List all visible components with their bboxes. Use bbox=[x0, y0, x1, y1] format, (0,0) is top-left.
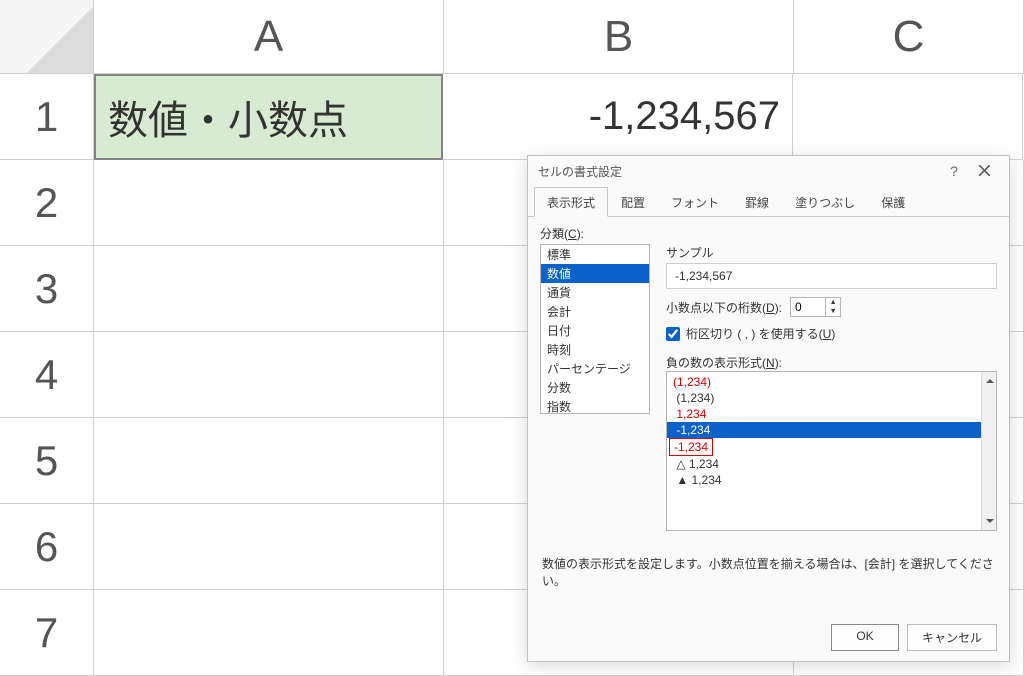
category-item-percentage[interactable]: パーセンテージ bbox=[541, 359, 649, 378]
thousand-separator-row[interactable]: 桁区切り ( , ) を使用する(U) bbox=[666, 325, 997, 342]
decimal-places-label: 小数点以下の桁数(D): bbox=[666, 299, 782, 316]
cell-a6[interactable] bbox=[94, 504, 444, 590]
sample-value: -1,234,567 bbox=[666, 263, 997, 289]
negative-format-item[interactable]: △ 1,234 bbox=[667, 456, 996, 472]
negative-format-item[interactable]: 1,234 bbox=[667, 406, 996, 422]
negative-format-list[interactable]: (1,234) (1,234) 1,234 -1,234 -1,234 △ 1,… bbox=[666, 371, 997, 531]
row-header-2[interactable]: 2 bbox=[0, 160, 94, 246]
tab-font[interactable]: フォント bbox=[658, 187, 732, 217]
negative-list-scrollbar[interactable] bbox=[981, 372, 996, 530]
format-hint: 数値の表示形式を設定します。小数点位置を揃える場合は、[会計] を選択してくださ… bbox=[540, 555, 997, 589]
row-header-4[interactable]: 4 bbox=[0, 332, 94, 418]
negative-format-item[interactable]: -1,234 bbox=[669, 438, 713, 456]
format-cells-dialog: セルの書式設定 ? 表示形式 配置 フォント 罫線 塗りつぶし 保護 分類(C)… bbox=[527, 155, 1010, 662]
tab-number-format[interactable]: 表示形式 bbox=[534, 187, 608, 217]
category-list[interactable]: 標準 数値 通貨 会計 日付 時刻 パーセンテージ 分数 指数 文字列 その他 … bbox=[540, 244, 650, 414]
decimal-places-spinner[interactable]: ▲ ▼ bbox=[790, 297, 841, 317]
row-header-3[interactable]: 3 bbox=[0, 246, 94, 332]
cell-a1[interactable]: 数値・小数点 bbox=[94, 74, 443, 160]
spin-down-icon[interactable]: ▼ bbox=[826, 307, 840, 316]
cell-b1[interactable]: -1,234,567 bbox=[443, 74, 793, 160]
negative-format-item[interactable]: -1,234 bbox=[667, 422, 996, 438]
help-button[interactable]: ? bbox=[939, 163, 969, 179]
col-header-a[interactable]: A bbox=[94, 0, 444, 74]
cell-a3[interactable] bbox=[94, 246, 444, 332]
category-item-number[interactable]: 数値 bbox=[541, 264, 649, 283]
select-all-corner[interactable] bbox=[0, 0, 94, 74]
col-header-c[interactable]: C bbox=[794, 0, 1024, 74]
negative-format-label: 負の数の表示形式(N): bbox=[666, 354, 997, 371]
category-item-time[interactable]: 時刻 bbox=[541, 340, 649, 359]
cell-a2[interactable] bbox=[94, 160, 444, 246]
thousand-separator-checkbox[interactable] bbox=[666, 327, 680, 341]
col-header-b[interactable]: B bbox=[444, 0, 794, 74]
row-header-6[interactable]: 6 bbox=[0, 504, 94, 590]
category-item-fraction[interactable]: 分数 bbox=[541, 378, 649, 397]
category-label: 分類(C): bbox=[540, 225, 997, 242]
negative-format-item[interactable]: ▲ 1,234 bbox=[667, 472, 996, 488]
category-item-scientific[interactable]: 指数 bbox=[541, 397, 649, 414]
tab-protection[interactable]: 保護 bbox=[868, 187, 918, 217]
category-item-date[interactable]: 日付 bbox=[541, 321, 649, 340]
category-item-standard[interactable]: 標準 bbox=[541, 245, 649, 264]
row-header-5[interactable]: 5 bbox=[0, 418, 94, 504]
cell-c1[interactable] bbox=[793, 74, 1023, 160]
category-item-currency[interactable]: 通貨 bbox=[541, 283, 649, 302]
dialog-tabs: 表示形式 配置 フォント 罫線 塗りつぶし 保護 bbox=[528, 186, 1009, 217]
sample-label: サンプル bbox=[666, 244, 997, 261]
cell-a4[interactable] bbox=[94, 332, 444, 418]
cell-a5[interactable] bbox=[94, 418, 444, 504]
thousand-separator-label: 桁区切り ( , ) を使用する(U) bbox=[686, 325, 835, 342]
negative-format-item[interactable]: (1,234) bbox=[667, 390, 996, 406]
row-header-1[interactable]: 1 bbox=[0, 74, 94, 160]
cell-a7[interactable] bbox=[94, 590, 444, 676]
negative-format-item[interactable]: (1,234) bbox=[667, 374, 996, 390]
dialog-title: セルの書式設定 bbox=[538, 163, 939, 180]
tab-alignment[interactable]: 配置 bbox=[608, 187, 658, 217]
decimal-places-input[interactable] bbox=[791, 298, 825, 316]
close-button[interactable] bbox=[969, 163, 999, 179]
category-item-accounting[interactable]: 会計 bbox=[541, 302, 649, 321]
cancel-button[interactable]: キャンセル bbox=[907, 624, 997, 651]
spin-up-icon[interactable]: ▲ bbox=[826, 298, 840, 307]
tab-fill[interactable]: 塗りつぶし bbox=[782, 187, 868, 217]
tab-border[interactable]: 罫線 bbox=[732, 187, 782, 217]
close-icon bbox=[979, 165, 990, 176]
row-header-7[interactable]: 7 bbox=[0, 590, 94, 676]
ok-button[interactable]: OK bbox=[831, 624, 899, 651]
